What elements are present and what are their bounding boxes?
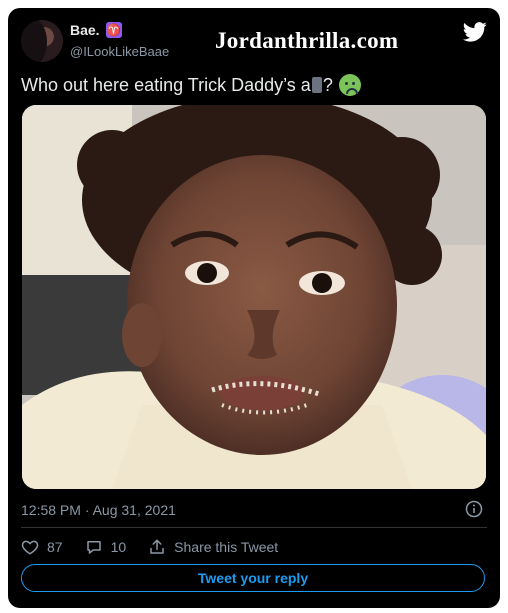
- avatar[interactable]: [21, 20, 63, 62]
- tweet-timestamp[interactable]: 12:58 PM · Aug 31, 2021: [21, 502, 176, 518]
- share-label[interactable]: Share this Tweet: [174, 539, 278, 555]
- tweet-photo[interactable]: [22, 105, 486, 489]
- tweet-text: Who out here eating Trick Daddy’s a ?: [21, 74, 361, 96]
- speech-bubble-icon[interactable]: [85, 538, 103, 556]
- like-action[interactable]: 87: [21, 538, 63, 556]
- action-bar: 87 10 Share this Tweet: [21, 538, 300, 556]
- sick-face-emoji-icon: [338, 74, 361, 96]
- zodiac-badge: ♈: [105, 22, 122, 38]
- share-upload-icon[interactable]: [148, 538, 166, 556]
- heart-icon[interactable]: [21, 538, 39, 556]
- user-handle[interactable]: @ILookLikeBaae: [70, 44, 169, 59]
- share-action[interactable]: Share this Tweet: [148, 538, 278, 556]
- tweet-text-end: ?: [322, 74, 333, 95]
- twitter-bird-icon[interactable]: [463, 22, 487, 42]
- watermark: Jordanthrilla.com: [215, 28, 399, 53]
- reply-action[interactable]: 10: [85, 538, 127, 556]
- divider-top: [21, 527, 487, 528]
- tweet-reply-button[interactable]: Tweet your reply: [21, 564, 485, 592]
- child-photo-illustration: [22, 105, 486, 489]
- tweet-card: Bae. ♈ @ILookLikeBaae Jordanthrilla.com …: [8, 8, 500, 608]
- reply-count: 10: [110, 539, 127, 555]
- user-name-row[interactable]: Bae. ♈: [70, 22, 122, 38]
- censor-block: [311, 77, 322, 93]
- info-icon[interactable]: [465, 500, 483, 518]
- tweet-text-main: Who out here eating Trick Daddy’s a: [21, 74, 311, 95]
- display-name[interactable]: Bae.: [70, 22, 100, 38]
- like-count: 87: [47, 539, 63, 555]
